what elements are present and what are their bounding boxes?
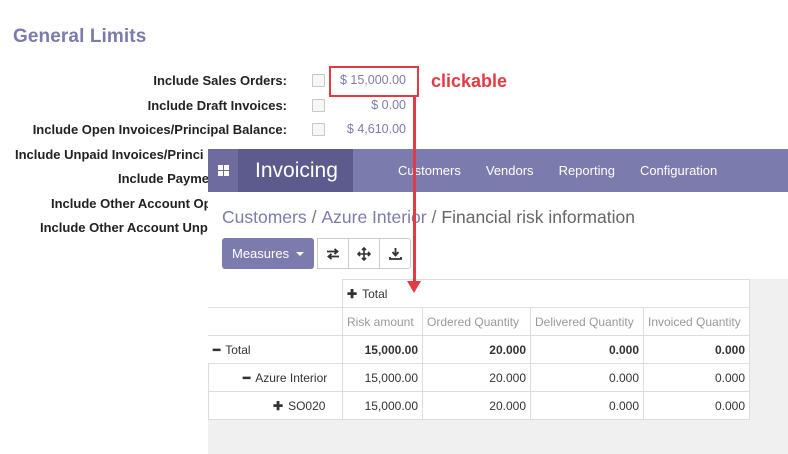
minus-icon: ━: [213, 342, 221, 357]
limit-label: Include Sales Orders:: [153, 73, 287, 88]
row-header-total[interactable]: ━ Total: [208, 335, 343, 364]
limit-label: Include Payme: [118, 171, 210, 186]
measure-header[interactable]: Invoiced Quantity: [643, 307, 750, 336]
cell-value[interactable]: 20.000: [422, 363, 531, 392]
include-checkbox[interactable]: [312, 99, 325, 112]
limit-label: Include Open Invoices/Principal Balance:: [32, 122, 287, 137]
apps-menu-button[interactable]: [208, 149, 238, 192]
download-icon: [388, 248, 402, 260]
cell-value[interactable]: 0.000: [530, 363, 644, 392]
expand-all-button[interactable]: [348, 238, 381, 269]
pivot-table: ✚ Total Risk amount Ordered Quantity Deli…: [208, 279, 750, 420]
pivot-measure-row: Risk amount Ordered Quantity Delivered Q…: [208, 307, 750, 336]
limit-row-draft-invoices: Include Draft Invoices: $ 0.00: [0, 95, 420, 117]
limit-row-open-invoices: Include Open Invoices/Principal Balance:…: [0, 119, 420, 141]
cell-value[interactable]: 0.000: [643, 335, 750, 364]
cell-value[interactable]: 0.000: [530, 335, 644, 364]
annotation-arrow: [413, 97, 416, 287]
cell-value[interactable]: 15,000.00: [342, 335, 423, 364]
table-row: ━ Azure Interior 15,000.00 20.000 0.000 0…: [208, 363, 750, 392]
download-button[interactable]: [379, 238, 412, 269]
invoicing-window: Invoicing Customers Vendors Reporting Co…: [208, 149, 788, 454]
minus-icon: ━: [243, 370, 251, 385]
swap-arrows-icon: [327, 247, 340, 260]
breadcrumb-partner[interactable]: Azure Interior: [321, 207, 426, 227]
clickable-annotation: clickable: [431, 71, 508, 91]
pivot-toolbar: Measures: [222, 238, 412, 269]
caret-down-icon: [296, 251, 305, 256]
menu-configuration[interactable]: Configuration: [640, 149, 717, 192]
top-navbar: Invoicing Customers Vendors Reporting Co…: [208, 149, 788, 192]
general-limits-title: General Limits: [13, 26, 147, 47]
cell-value[interactable]: 0.000: [643, 391, 750, 420]
breadcrumb-customers[interactable]: Customers: [222, 207, 307, 227]
cell-value[interactable]: 0.000: [643, 363, 750, 392]
limit-label: Include Draft Invoices:: [147, 98, 287, 113]
measure-header[interactable]: Risk amount: [342, 307, 423, 336]
cell-value[interactable]: 15,000.00: [342, 391, 423, 420]
cell-value[interactable]: 20.000: [422, 335, 531, 364]
pivot-corner: [208, 279, 343, 308]
pivot-col-header[interactable]: ✚ Total: [342, 279, 750, 308]
limit-amount-link[interactable]: $ 4,610.00: [347, 122, 406, 136]
menu-customers[interactable]: Customers: [398, 149, 461, 192]
breadcrumb-current: Financial risk information: [441, 207, 635, 227]
include-checkbox[interactable]: [312, 123, 325, 136]
pivot-corner: [208, 307, 343, 336]
highlight-box: [329, 66, 419, 97]
menu-reporting[interactable]: Reporting: [559, 149, 615, 192]
limit-label: Include Unpaid Invoices/Princi: [15, 147, 204, 162]
limit-amount-link[interactable]: $ 0.00: [371, 98, 406, 112]
breadcrumb: Customers / Azure Interior / Financial risk …: [222, 207, 635, 228]
main-menu: Customers Vendors Reporting Configuratio…: [398, 149, 742, 192]
limit-label: Include Other Account Unp: [40, 220, 208, 235]
move-arrows-icon: [357, 246, 372, 261]
apps-grid-icon: [217, 165, 229, 176]
row-header-order[interactable]: ✚ SO020: [208, 391, 343, 420]
table-row: ✚ SO020 15,000.00 20.000 0.000 0.000: [208, 391, 750, 420]
measures-dropdown-button[interactable]: Measures: [222, 238, 315, 269]
limit-label: Include Other Account Op: [51, 196, 212, 211]
flip-axis-button[interactable]: [317, 238, 350, 269]
measures-label: Measures: [232, 246, 290, 261]
row-header-partner[interactable]: ━ Azure Interior: [208, 363, 343, 392]
table-row: ━ Total 15,000.00 20.000 0.000 0.000: [208, 335, 750, 364]
measure-header[interactable]: Delivered Quantity: [530, 307, 644, 336]
plus-icon: ✚: [273, 398, 284, 413]
cell-value[interactable]: 20.000: [422, 391, 531, 420]
plus-icon: ✚: [347, 286, 358, 301]
pivot-header-row: ✚ Total: [208, 279, 750, 308]
breadcrumb-separator: /: [311, 207, 317, 227]
include-checkbox[interactable]: [312, 74, 325, 87]
menu-vendors[interactable]: Vendors: [486, 149, 534, 192]
cell-value[interactable]: 15,000.00: [342, 363, 423, 392]
measure-header[interactable]: Ordered Quantity: [422, 307, 531, 336]
cell-value[interactable]: 0.000: [530, 391, 644, 420]
app-brand[interactable]: Invoicing: [238, 149, 353, 192]
breadcrumb-separator: /: [431, 207, 437, 227]
arrow-head-icon: [407, 281, 421, 293]
